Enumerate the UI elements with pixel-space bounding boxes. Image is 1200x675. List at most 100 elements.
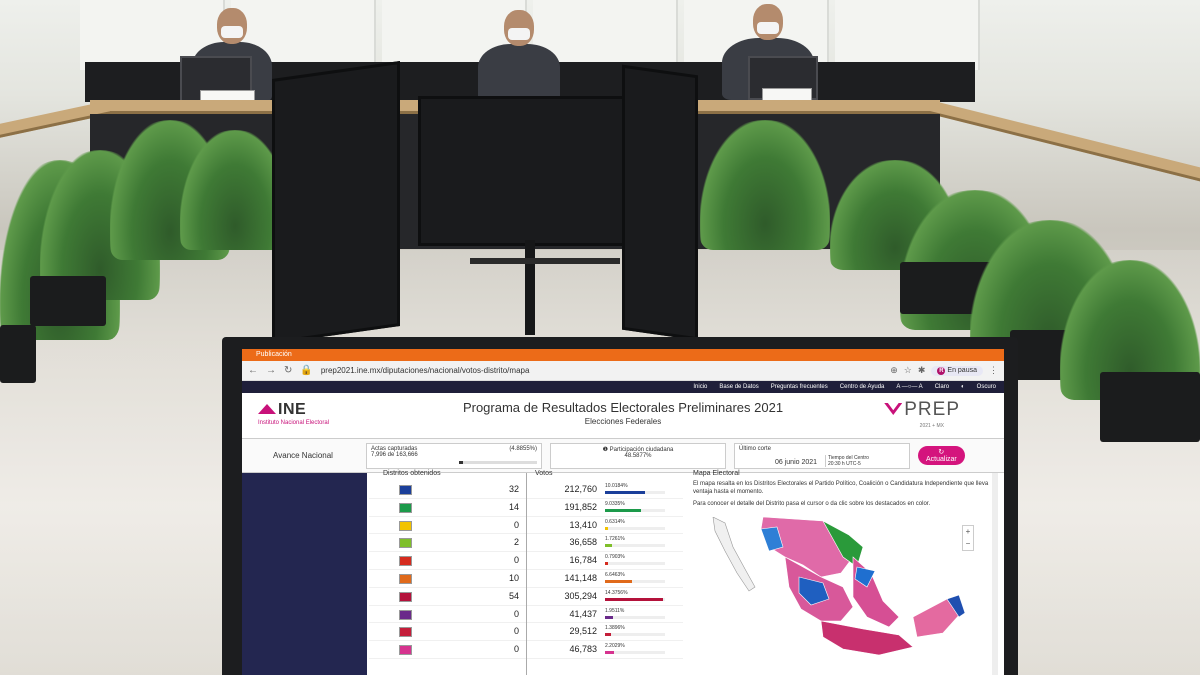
pct-value: 9.0335% bbox=[605, 500, 625, 507]
pct-bar-fill bbox=[605, 491, 646, 494]
address-bar: ← → ↻ 🔒 prep2021.ine.mx/diputaciones/nac… bbox=[242, 361, 1004, 381]
votos-value: 16,784 bbox=[569, 555, 597, 566]
actas-pct: (4.8855%) bbox=[509, 445, 537, 452]
distritos-value: 0 bbox=[513, 608, 519, 619]
monitor-back-center bbox=[418, 96, 628, 246]
votos-value: 29,512 bbox=[569, 626, 597, 637]
pct-bar bbox=[605, 526, 665, 530]
pct-bar bbox=[605, 651, 665, 655]
results-content: Distritos obtenidos Votos 32 212,760 10.01… bbox=[242, 470, 1004, 675]
tab-strip: Publicación bbox=[242, 349, 1004, 361]
zoom-icon[interactable]: ⊕ bbox=[890, 365, 898, 376]
prep-logo[interactable]: PREP bbox=[884, 399, 960, 421]
mexico-district-map[interactable] bbox=[703, 517, 1003, 657]
browser-screen: Publicación ← → ↻ 🔒 prep2021.ine.mx/dipu… bbox=[242, 349, 1004, 675]
pct-value: 0.6314% bbox=[605, 518, 625, 525]
pct-value: 1.7261% bbox=[605, 536, 625, 543]
map-panel: Mapa Electoral El mapa resalta en los Di… bbox=[687, 470, 998, 675]
map-description: El mapa resalta en los Distritos Elector… bbox=[693, 481, 989, 495]
pct-bar bbox=[605, 579, 665, 583]
menu-icon[interactable]: ⋮ bbox=[989, 365, 998, 376]
votos-value: 13,410 bbox=[569, 519, 597, 530]
profile-avatar: R bbox=[937, 366, 946, 375]
update-button-label: Actualizar bbox=[926, 456, 957, 463]
party-logo-icon bbox=[399, 502, 412, 513]
distritos-value: 2 bbox=[513, 537, 519, 548]
refresh-icon: ↻ bbox=[938, 449, 945, 456]
party-logo-icon bbox=[399, 627, 412, 638]
nav-item-base-datos[interactable]: Base de Datos bbox=[719, 384, 758, 390]
map-instructions: Para conocer el detalle del Distrito pas… bbox=[693, 501, 931, 507]
pct-bar bbox=[605, 562, 665, 566]
avance-label: Avance Nacional bbox=[273, 451, 333, 460]
party-logo-icon bbox=[399, 573, 412, 584]
profile-label: En pausa bbox=[947, 366, 977, 374]
pct-bar bbox=[605, 615, 665, 619]
photo-scene: Publicación ← → ↻ 🔒 prep2021.ine.mx/dipu… bbox=[0, 0, 1200, 675]
update-button[interactable]: ↻ Actualizar bbox=[918, 446, 965, 465]
actas-value: 7,996 de 163,666 bbox=[371, 451, 418, 458]
pct-value: 1.3896% bbox=[605, 625, 625, 632]
reload-icon[interactable]: ↻ bbox=[284, 365, 292, 376]
results-table: Distritos obtenidos Votos 32 212,760 10.01… bbox=[369, 470, 683, 675]
planter bbox=[30, 276, 106, 326]
pct-bar-fill bbox=[605, 562, 609, 566]
tiempo-value: 20:30 h UTC-5 bbox=[828, 460, 861, 467]
pct-value: 10.0184% bbox=[605, 483, 628, 489]
nav-item-inicio[interactable]: Inicio bbox=[693, 384, 707, 390]
participacion-value: 48.5877% bbox=[624, 452, 652, 459]
tiempo-label: Tiempo del Centro bbox=[828, 454, 869, 461]
map-region-baja[interactable] bbox=[712, 517, 756, 592]
pct-bar-fill bbox=[605, 544, 612, 548]
pct-bar bbox=[605, 491, 665, 494]
pct-bar-fill bbox=[605, 526, 608, 530]
pct-bar-fill bbox=[605, 651, 614, 655]
browser-tab[interactable]: Publicación bbox=[242, 349, 322, 361]
map-scrollbar[interactable] bbox=[992, 473, 998, 675]
stats-bar: Avance Nacional Actas capturadas (4.8855… bbox=[242, 439, 1004, 473]
back-icon[interactable]: ← bbox=[248, 365, 258, 376]
pct-value: 14.3756% bbox=[605, 589, 628, 596]
pct-value: 6.6463% bbox=[605, 571, 625, 578]
pct-bar-fill bbox=[605, 508, 642, 512]
pct-value: 0.7903% bbox=[605, 554, 625, 561]
planter bbox=[0, 325, 36, 383]
distritos-value: 32 bbox=[508, 484, 519, 494]
nav-item-ayuda[interactable]: Centro de Ayuda bbox=[840, 384, 885, 390]
party-logo-icon bbox=[399, 645, 412, 656]
theme-light-label: Claro bbox=[934, 384, 950, 390]
map-region-south[interactable] bbox=[820, 620, 914, 656]
site-nav: Inicio Base de Datos Preguntas frecuente… bbox=[242, 381, 1004, 393]
party-logo-icon bbox=[399, 609, 412, 620]
url-field[interactable]: prep2021.ine.mx/diputaciones/nacional/vo… bbox=[321, 366, 882, 375]
votos-value: 191,852 bbox=[564, 501, 597, 512]
col-votos: Votos bbox=[535, 470, 553, 477]
planter bbox=[1100, 372, 1200, 442]
distritos-value: 0 bbox=[513, 519, 519, 530]
pct-bar-fill bbox=[605, 615, 613, 619]
actas-box: Actas capturadas (4.8855%) 7,996 de 163,… bbox=[366, 442, 542, 469]
monitor-back-right bbox=[622, 64, 698, 341]
font-size-slider[interactable]: A —○— A bbox=[896, 384, 922, 390]
prep-logo-icon bbox=[884, 403, 903, 415]
monitor-back-left bbox=[272, 61, 400, 344]
theme-dark-label: Oscuro bbox=[976, 384, 996, 390]
extension-icon[interactable]: ✱ bbox=[918, 365, 926, 376]
pct-value: 1.9511% bbox=[605, 607, 625, 614]
theme-toggle[interactable]: ◐ bbox=[961, 384, 965, 390]
pct-bar-fill bbox=[605, 597, 663, 601]
col-distritos: Distritos obtenidos bbox=[383, 470, 441, 477]
corte-label: Último corte bbox=[739, 445, 772, 452]
forward-icon[interactable]: → bbox=[266, 365, 276, 376]
actas-progress bbox=[459, 460, 537, 464]
page-header: INE Instituto Nacional Electoral Program… bbox=[242, 393, 1004, 439]
participacion-box: ❶ Participación ciudadana 48.5877% bbox=[550, 442, 726, 469]
column-divider bbox=[526, 473, 527, 675]
nav-item-preguntas[interactable]: Preguntas frecuentes bbox=[771, 384, 828, 390]
info-icon[interactable]: ❶ bbox=[603, 447, 610, 453]
bookmark-icon[interactable]: ☆ bbox=[904, 365, 912, 376]
map-title: Mapa Electoral bbox=[693, 470, 740, 477]
foreground-monitor: Publicación ← → ↻ 🔒 prep2021.ine.mx/dipu… bbox=[222, 337, 1018, 675]
profile-button[interactable]: R En pausa bbox=[931, 365, 983, 376]
votos-value: 305,294 bbox=[564, 590, 597, 601]
